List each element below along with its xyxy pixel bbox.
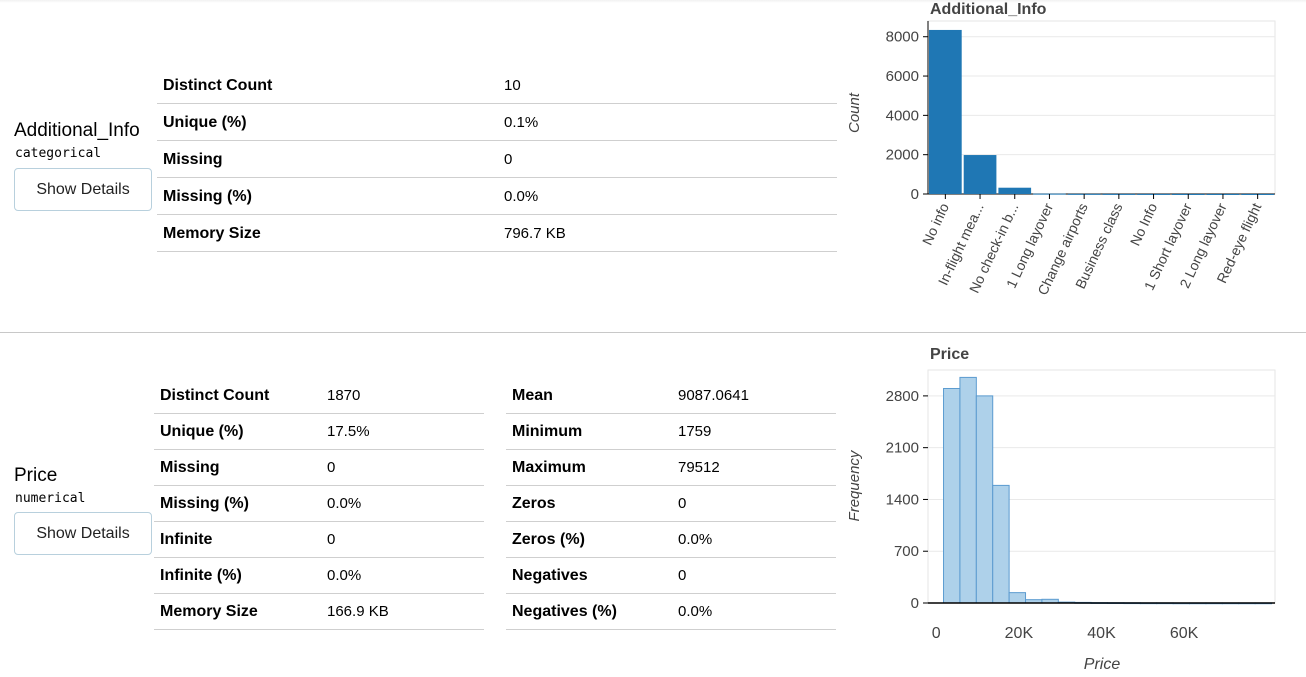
stat-value: 0: [327, 531, 336, 548]
stat-value: 79512: [678, 459, 720, 476]
stat-value: 9087.0641: [678, 387, 749, 404]
show-details-button[interactable]: Show Details: [14, 168, 152, 211]
y-axis-label: Count: [846, 92, 863, 133]
stat-value: 0: [327, 459, 336, 476]
stat-label: Missing (%): [163, 188, 252, 205]
additional-info-chart: 02000400060008000No infoIn-flight mea...…: [846, 1, 1276, 298]
stat-label: Zeros: [512, 495, 556, 512]
y-tick-label: 1400: [886, 491, 919, 508]
x-axis-label: Price: [1084, 656, 1121, 673]
x-tick-label: 0: [932, 625, 941, 642]
chart-title: Price: [930, 346, 969, 363]
bar: [929, 29, 962, 195]
stat-label: Missing (%): [160, 495, 249, 512]
histogram-bar: [943, 387, 961, 604]
stat-value: 1759: [678, 423, 712, 440]
stat-label: Unique (%): [163, 114, 247, 131]
stat-row: Minimum 1759: [506, 414, 836, 450]
y-tick-label: 6000: [886, 68, 919, 85]
stat-row: Distinct Count 1870: [154, 378, 484, 414]
stat-label: Maximum: [512, 459, 586, 476]
y-tick-label: 2100: [886, 440, 919, 457]
histogram-bar: [959, 376, 977, 604]
bar: [998, 187, 1032, 194]
variable-name: Price: [14, 465, 58, 486]
stat-row: Infinite (%) 0.0%: [154, 558, 484, 594]
x-tick-label: 40K: [1087, 625, 1116, 642]
x-tick-label: 60K: [1170, 625, 1199, 642]
stat-row: Unique (%) 17.5%: [154, 414, 484, 450]
y-tick-label: 2800: [886, 388, 919, 405]
y-tick-label: 8000: [886, 29, 919, 46]
stat-label: Memory Size: [160, 603, 258, 620]
stat-row: Negatives 0: [506, 558, 836, 594]
x-tick-label: No Info: [1127, 200, 1161, 248]
stat-value: 0: [678, 567, 687, 584]
stat-row: Zeros (%) 0.0%: [506, 522, 836, 558]
stat-label: Infinite: [160, 531, 213, 548]
stat-row: Missing 0: [157, 141, 837, 178]
stat-value: 17.5%: [327, 423, 370, 440]
stat-row: Infinite 0: [154, 522, 484, 558]
stat-value: 796.7 KB: [504, 225, 566, 242]
stat-label: Unique (%): [160, 423, 244, 440]
stat-row: Unique (%) 0.1%: [157, 104, 837, 141]
x-tick-label: No info: [919, 200, 952, 247]
stat-value: 0.0%: [504, 188, 539, 205]
variable-name: Additional_Info: [14, 120, 140, 141]
stat-row: Missing (%) 0.0%: [157, 178, 837, 215]
stat-row: Missing 0: [154, 450, 484, 486]
histogram-bar: [975, 395, 994, 604]
stat-value: 0: [678, 495, 687, 512]
stat-value: 0.0%: [678, 531, 713, 548]
chart-title: Additional_Info: [930, 1, 1047, 18]
stat-row: Missing (%) 0.0%: [154, 486, 484, 522]
stat-label: Negatives: [512, 567, 588, 584]
stat-row: Negatives (%) 0.0%: [506, 594, 836, 630]
histogram-bar: [992, 484, 1010, 604]
y-tick-label: 0: [911, 595, 919, 612]
variable-type: numerical: [15, 491, 86, 506]
stat-value: 166.9 KB: [327, 603, 389, 620]
stat-label: Missing: [160, 459, 220, 476]
stat-label: Minimum: [512, 423, 583, 440]
y-tick-label: 4000: [886, 107, 919, 124]
stat-row: Zeros 0: [506, 486, 836, 522]
stat-label: Zeros (%): [512, 531, 585, 548]
stat-label: Mean: [512, 387, 553, 404]
y-axis-label: Frequency: [846, 449, 863, 521]
variable-type: categorical: [15, 146, 102, 161]
x-tick-label: 20K: [1005, 625, 1034, 642]
price-histogram: 0 700 1400 2100 2800 0 20K 40K 60K Price Price Freq…: [846, 346, 1276, 673]
stat-label: Distinct Count: [163, 77, 273, 94]
stat-row: Memory Size 796.7 KB: [157, 215, 837, 252]
stat-label: Missing: [163, 151, 223, 168]
stat-value: 0.0%: [327, 495, 362, 512]
stat-row: Mean 9087.0641: [506, 378, 836, 414]
stat-value: 0.0%: [678, 603, 713, 620]
y-tick-label: 0: [911, 186, 919, 203]
y-tick-label: 700: [894, 543, 919, 560]
stat-row: Distinct Count 10: [157, 67, 837, 104]
stat-row: Maximum 79512: [506, 450, 836, 486]
stat-label: Infinite (%): [160, 567, 242, 584]
y-tick-label: 2000: [886, 147, 919, 164]
stat-label: Negatives (%): [512, 603, 617, 620]
show-details-button[interactable]: Show Details: [14, 512, 152, 555]
bar: [963, 155, 997, 194]
histogram-bar: [1008, 592, 1027, 604]
stat-label: Memory Size: [163, 225, 261, 242]
stat-value: 10: [504, 77, 521, 94]
stat-value: 1870: [327, 387, 361, 404]
stat-value: 0.1%: [504, 114, 539, 131]
stat-value: 0.0%: [327, 567, 362, 584]
stat-row: Memory Size 166.9 KB: [154, 594, 484, 630]
stat-label: Distinct Count: [160, 387, 270, 404]
stat-value: 0: [504, 151, 513, 168]
